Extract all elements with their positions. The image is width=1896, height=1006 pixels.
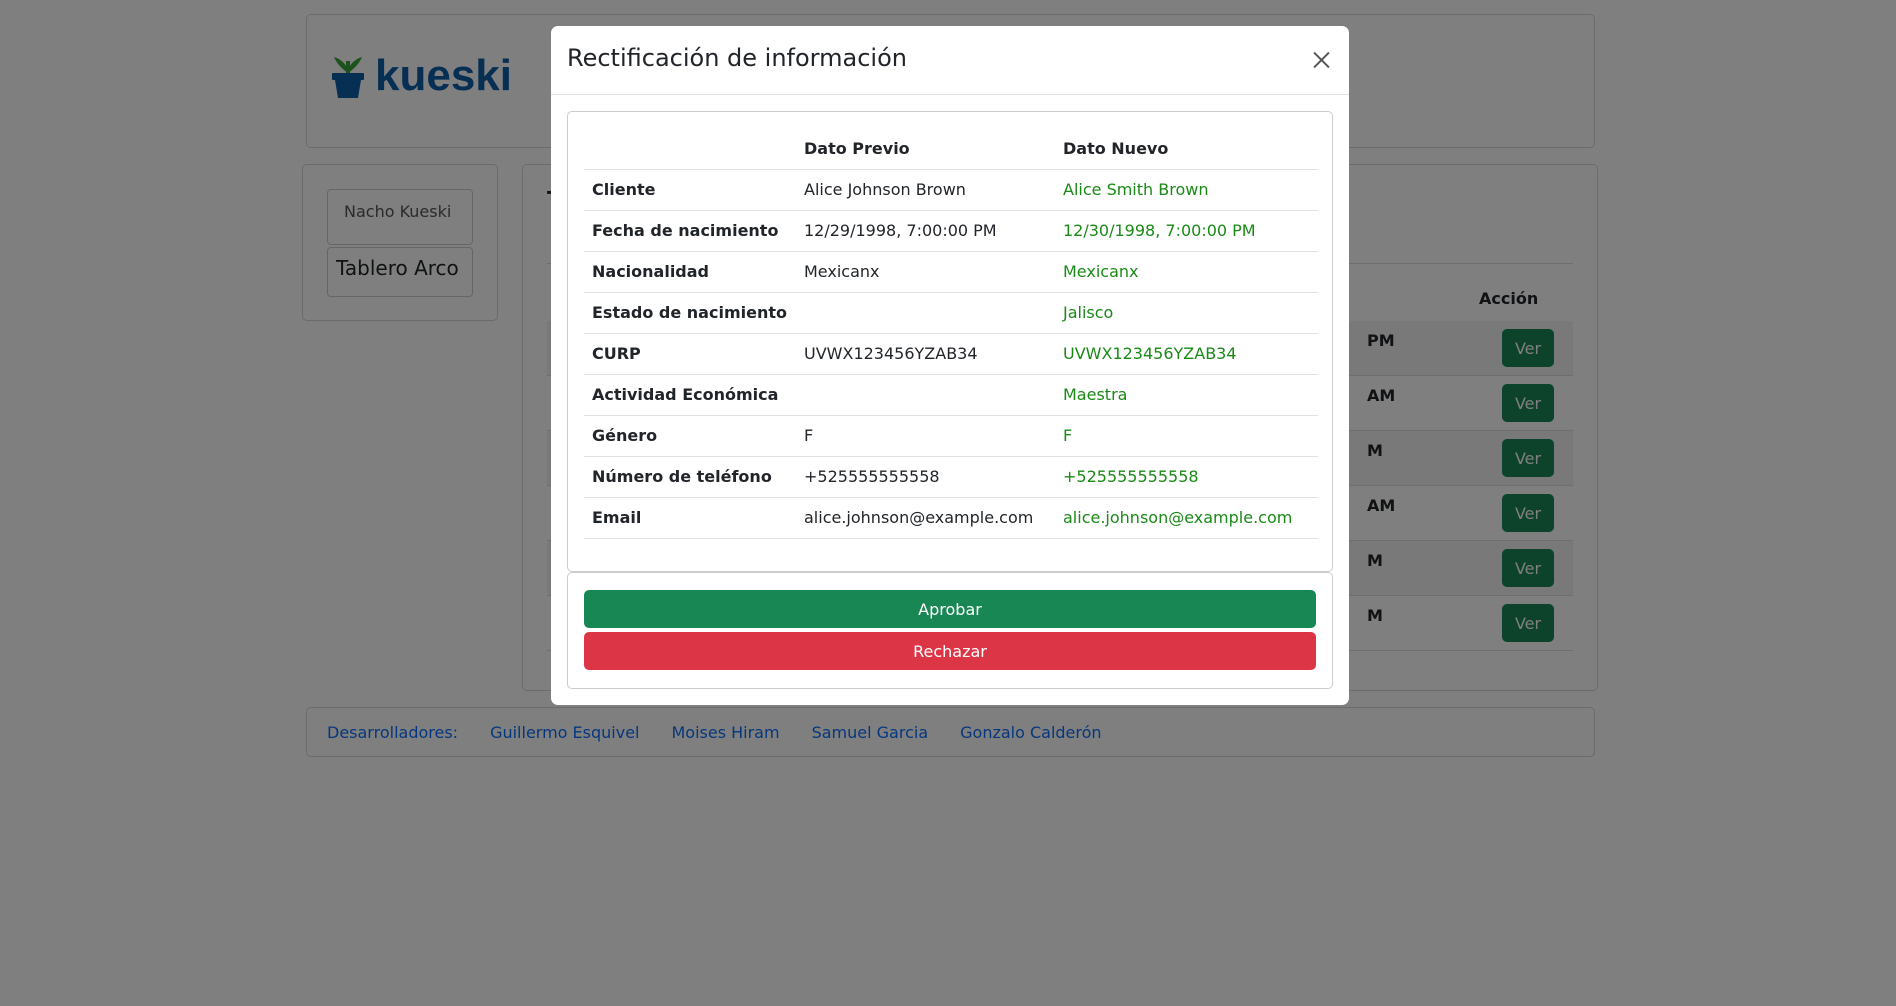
new-value: 12/30/1998, 7:00:00 PM — [1055, 210, 1318, 252]
field-label: Nacionalidad — [584, 251, 796, 293]
previous-value — [796, 374, 1055, 416]
table-header-row: Dato Previo Dato Nuevo — [584, 128, 1318, 170]
rectification-modal: Rectificación de información Dato Previo… — [551, 26, 1349, 705]
close-icon[interactable] — [1301, 40, 1341, 80]
new-value: Jalisco — [1055, 292, 1318, 334]
field-label: Número de teléfono — [584, 456, 796, 498]
column-header-field — [584, 128, 796, 170]
new-value: +525555555558 — [1055, 456, 1318, 498]
field-label: Fecha de nacimiento — [584, 210, 796, 252]
table-row: Género F F — [584, 415, 1318, 457]
previous-value — [796, 292, 1055, 334]
column-header-previous: Dato Previo — [796, 128, 1055, 170]
previous-value: +525555555558 — [796, 456, 1055, 498]
table-row: Email alice.johnson@example.com alice.jo… — [584, 497, 1318, 539]
new-value: UVWX123456YZAB34 — [1055, 333, 1318, 375]
table-row: Nacionalidad Mexicanx Mexicanx — [584, 251, 1318, 293]
field-label: Actividad Económica — [584, 374, 796, 416]
field-label: Estado de nacimiento — [584, 292, 796, 334]
field-label: Cliente — [584, 169, 796, 211]
new-value: F — [1055, 415, 1318, 457]
table-row: Actividad Económica Maestra — [584, 374, 1318, 416]
column-header-new: Dato Nuevo — [1055, 128, 1318, 170]
previous-value: Alice Johnson Brown — [796, 169, 1055, 211]
actions-card: Aprobar Rechazar — [567, 572, 1333, 689]
new-value: Alice Smith Brown — [1055, 169, 1318, 211]
field-label: Email — [584, 497, 796, 539]
previous-value: Mexicanx — [796, 251, 1055, 293]
table-row: Número de teléfono +525555555558 +525555… — [584, 456, 1318, 498]
table-row: CURP UVWX123456YZAB34 UVWX123456YZAB34 — [584, 333, 1318, 375]
previous-value: 12/29/1998, 7:00:00 PM — [796, 210, 1055, 252]
table-row: Cliente Alice Johnson Brown Alice Smith … — [584, 169, 1318, 211]
previous-value: UVWX123456YZAB34 — [796, 333, 1055, 375]
approve-button[interactable]: Aprobar — [584, 590, 1316, 628]
previous-value: F — [796, 415, 1055, 457]
modal-title: Rectificación de información — [567, 44, 907, 72]
table-row: Fecha de nacimiento 12/29/1998, 7:00:00 … — [584, 210, 1318, 252]
modal-header: Rectificación de información — [551, 26, 1349, 95]
new-value: alice.johnson@example.com — [1055, 497, 1318, 539]
new-value: Mexicanx — [1055, 251, 1318, 293]
table-row: Estado de nacimiento Jalisco — [584, 292, 1318, 334]
comparison-table: Dato Previo Dato Nuevo Cliente Alice Joh… — [584, 128, 1318, 539]
previous-value: alice.johnson@example.com — [796, 497, 1055, 539]
reject-button[interactable]: Rechazar — [584, 632, 1316, 670]
field-label: Género — [584, 415, 796, 457]
new-value: Maestra — [1055, 374, 1318, 416]
field-label: CURP — [584, 333, 796, 375]
comparison-card: Dato Previo Dato Nuevo Cliente Alice Joh… — [567, 111, 1333, 572]
